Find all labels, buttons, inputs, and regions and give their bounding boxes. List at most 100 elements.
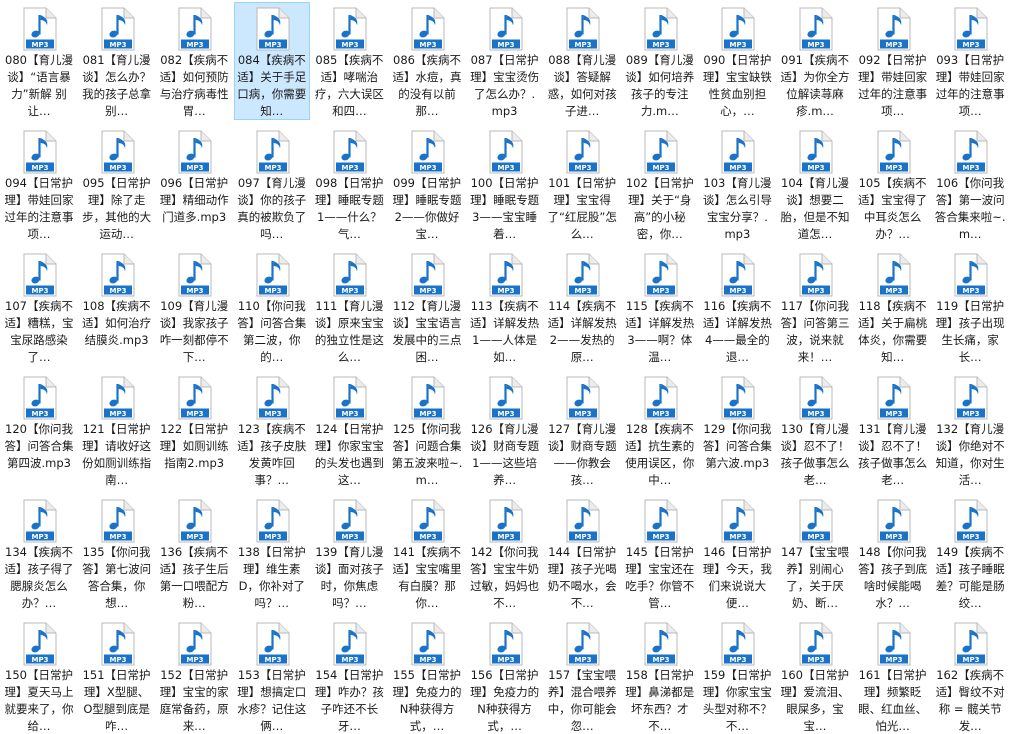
file-item[interactable]: MP3 109【育儿漫谈】我家孩子咋一刻都停不下… [156,248,232,366]
file-item[interactable]: MP3 108【疾病不适】如何治疗结膜炎.mp3 [79,248,155,366]
file-item[interactable]: MP3 150【日常护理】夏天马上就要来了，你给… [1,617,77,734]
file-item[interactable]: MP3 103【育儿漫谈】怎么引导宝宝分享？.mp3 [699,125,775,243]
file-item[interactable]: MP3 106【你问我答】第一波问答合集来啦~.m… [932,125,1008,243]
file-item[interactable]: MP3 110【你问我答】问答合集第二波，你的… [234,248,310,366]
file-name-label: 088【育儿漫谈】答疑解惑，如何对孩子进… [547,53,617,118]
file-item[interactable]: MP3 098【日常护理】睡眠专题1——什么？气… [311,125,387,243]
file-item[interactable]: MP3 111【育儿漫谈】原来宝宝的独立性是这么… [311,248,387,366]
file-item[interactable]: MP3 096【日常护理】精细动作门道多.mp3 [156,125,232,243]
file-item[interactable]: MP3 107【疾病不适】糟糕，宝宝尿路感染了… [1,248,77,366]
file-item[interactable]: MP3 091【疾病不适】为你全方位解读荨麻疹.m… [777,2,853,120]
file-item[interactable]: MP3 089【育儿漫谈】如何培养孩子的专注力.m… [622,2,698,120]
file-item[interactable]: MP3 090【日常护理】宝宝缺铁性贫血别担心，… [699,2,775,120]
file-item[interactable]: MP3 162【疾病不适】臀纹不对称 = 髋关节发… [932,617,1008,734]
mp3-audio-file-icon: MP3 [876,7,912,51]
file-item[interactable]: MP3 123【疾病不适】孩子皮肤发黄咋回事？… [234,371,310,489]
file-item[interactable]: MP3 097【育儿漫谈】你的孩子真的被欺负了吗… [234,125,310,243]
file-item[interactable]: MP3 130【育儿漫谈】忍不了！孩子做事怎么老… [777,371,853,489]
file-item[interactable]: MP3 161【日常护理】频繁眨眼、红血丝、怕光… [855,617,931,734]
file-item[interactable]: MP3 116【疾病不适】详解发热4——最全的退… [699,248,775,366]
file-item[interactable]: MP3 100【日常护理】睡眠专题3——宝宝睡着… [467,125,543,243]
mp3-badge-text: MP3 [109,656,126,664]
file-item[interactable]: MP3 105【疾病不适】宝宝得了中耳炎怎么办？… [855,125,931,243]
file-name-label: 132【育儿漫谈】你绝对不知道，你对生活… [935,422,1005,487]
mp3-badge-text: MP3 [575,287,592,295]
file-item[interactable]: MP3 093【日常护理】带娃回家过年的注意事项… [932,2,1008,120]
file-item[interactable]: MP3 080【育儿漫谈】“语言暴力”新解 别让… [1,2,77,120]
file-item[interactable]: MP3 145【日常护理】宝宝还在吃手？你管不管… [622,494,698,612]
file-item[interactable]: MP3 126【育儿漫谈】财商专题1——这些培养… [467,371,543,489]
file-item[interactable]: MP3 158【日常护理】鼻涕都是坏东西？才不… [622,617,698,734]
file-item[interactable]: MP3 128【疾病不适】抗生素的使用误区，你中… [622,371,698,489]
file-item[interactable]: MP3 151【日常护理】X型腿、O型腿到底是咋… [79,617,155,734]
file-item[interactable]: MP3 118【疾病不适】关于扁桃体炎，你需要知… [855,248,931,366]
file-name-label: 158【日常护理】鼻涕都是坏东西？才不… [625,668,695,733]
file-item[interactable]: MP3 112【育儿漫谈】宝宝语言发展中的三点困… [389,248,465,366]
file-item[interactable]: MP3 084【疾病不适】关于手足口病，你需要知… [233,2,310,120]
file-item[interactable]: MP3 114【疾病不适】详解发热2——发热的原… [544,248,620,366]
file-item[interactable]: MP3 092【日常护理】带娃回家过年的注意事项… [855,2,931,120]
file-item[interactable]: MP3 124【日常护理】你家宝宝的头发也遇到这… [311,371,387,489]
file-item[interactable]: MP3 117【你问我答】问答第三波，说来就来！… [777,248,853,366]
file-item[interactable]: MP3 087【日常护理】宝宝烫伤了怎么办？.mp3 [467,2,543,120]
file-item[interactable]: MP3 149【疾病不适】孩子睡眠差？可能是肠绞… [932,494,1008,612]
file-item[interactable]: MP3 148【你问我答】孩子到底啥时候能喝水？… [855,494,931,612]
mp3-badge-text: MP3 [420,410,437,418]
mp3-badge-text: MP3 [808,41,825,49]
file-item[interactable]: MP3 122【日常护理】如厕训练指南2.mp3 [156,371,232,489]
file-item[interactable]: MP3 121【日常护理】请收好这份如厕训练指南… [79,371,155,489]
file-item[interactable]: MP3 113【疾病不适】详解发热1——人体是如… [467,248,543,366]
mp3-badge-text: MP3 [32,410,49,418]
file-item[interactable]: MP3 147【宝宝喂养】别闹心了，关于厌奶、断… [777,494,853,612]
mp3-badge-text: MP3 [652,41,669,49]
file-item[interactable]: MP3 099【日常护理】睡眠专题2——你做好宝… [389,125,465,243]
file-item[interactable]: MP3 138【日常护理】维生素D，你补对了吗？… [234,494,310,612]
file-item[interactable]: MP3 085【疾病不适】哮喘治疗，六大误区和四… [311,2,387,120]
file-item[interactable]: MP3 132【育儿漫谈】你绝对不知道，你对生活… [932,371,1008,489]
file-item[interactable]: MP3 141【疾病不适】宝宝嘴里有白膜？那你… [389,494,465,612]
file-name-label: 138【日常护理】维生素D，你补对了吗？… [237,545,306,610]
file-item[interactable]: MP3 160【日常护理】爱流泪、眼屎多，宝宝… [777,617,853,734]
mp3-badge-text: MP3 [963,656,980,664]
file-item[interactable]: MP3 152【日常护理】宝宝的家庭常备药，原来… [156,617,232,734]
file-item[interactable]: MP3 120【你问我答】问答合集第四波.mp3 [1,371,77,489]
file-item[interactable]: MP3 127【育儿漫谈】财商专题——你教会孩… [544,371,620,489]
file-item[interactable]: MP3 135【你问我答】第七波问答合集，你想… [79,494,155,612]
mp3-badge-text: MP3 [187,164,204,172]
file-item[interactable]: MP3 101【日常护理】宝宝得了“红屁股”怎么… [544,125,620,243]
file-item[interactable]: MP3 115【疾病不适】详解发热3——啊？体温… [622,248,698,366]
file-name-label: 131【育儿漫谈】忍不了！孩子做事怎么老… [858,422,928,487]
file-item[interactable]: MP3 146【日常护理】今天，我们来说说大便… [699,494,775,612]
mp3-badge-text: MP3 [264,410,281,418]
file-item[interactable]: MP3 119【日常护理】孩子出现生长痛，家长… [932,248,1008,366]
mp3-audio-file-icon: MP3 [565,499,601,543]
file-item[interactable]: MP3 104【育儿漫谈】想要二胎，但是不知道怎… [777,125,853,243]
file-item[interactable]: MP3 088【育儿漫谈】答疑解惑，如何对孩子进… [544,2,620,120]
file-item[interactable]: MP3 102【日常护理】关于“身高”的小秘密，你… [622,125,698,243]
file-name-label: 160【日常护理】爱流泪、眼屎多，宝宝… [780,668,850,733]
file-item[interactable]: MP3 142【你问我答】宝宝牛奶过敏，妈妈也不… [467,494,543,612]
file-item[interactable]: MP3 086【疾病不适】水痘，真的没有以前那… [389,2,465,120]
file-item[interactable]: MP3 081【育儿漫谈】怎么办？我的孩子总拿别… [79,2,155,120]
file-item[interactable]: MP3 129【你问我答】问答合集第六波.mp3 [699,371,775,489]
file-item[interactable]: MP3 131【育儿漫谈】忍不了！孩子做事怎么老… [855,371,931,489]
file-item[interactable]: MP3 095【日常护理】除了走步，其他的大运动… [79,125,155,243]
mp3-audio-file-icon: MP3 [410,499,446,543]
file-item[interactable]: MP3 157【宝宝喂养】混合喂养中，你可能会忽… [544,617,620,734]
file-item[interactable]: MP3 134【疾病不适】孩子得了腮腺炎怎么办？… [1,494,77,612]
file-item[interactable]: MP3 136【疾病不适】孩子生后第一口喂配方粉… [156,494,232,612]
file-item[interactable]: MP3 155【日常护理】免疫力的N种获得方式，… [389,617,465,734]
file-item[interactable]: MP3 153【日常护理】想搞定口水疹？记住这俩… [234,617,310,734]
file-item[interactable]: MP3 125【你问我答】问题合集第五波来啦~.m… [389,371,465,489]
file-item[interactable]: MP3 156【日常护理】免疫力的N种获得方式，… [467,617,543,734]
mp3-audio-file-icon: MP3 [798,130,834,174]
file-item[interactable]: MP3 139【育儿漫谈】面对孩子时，你焦虑吗？… [311,494,387,612]
mp3-badge-text: MP3 [730,533,747,541]
mp3-audio-file-icon: MP3 [332,376,368,420]
mp3-audio-file-icon: MP3 [953,130,989,174]
file-item[interactable]: MP3 082【疾病不适】如何预防与治疗病毒性胃… [156,2,232,120]
file-item[interactable]: MP3 144【日常护理】孩子光喝奶不喝水，会不… [544,494,620,612]
file-item[interactable]: MP3 159【日常护理】你家宝宝头型对称不？不… [699,617,775,734]
file-item[interactable]: MP3 154【日常护理】咋办？孩子咋还不长牙… [311,617,387,734]
file-item[interactable]: MP3 094【日常护理】带娃回家过年的注意事项… [1,125,77,243]
